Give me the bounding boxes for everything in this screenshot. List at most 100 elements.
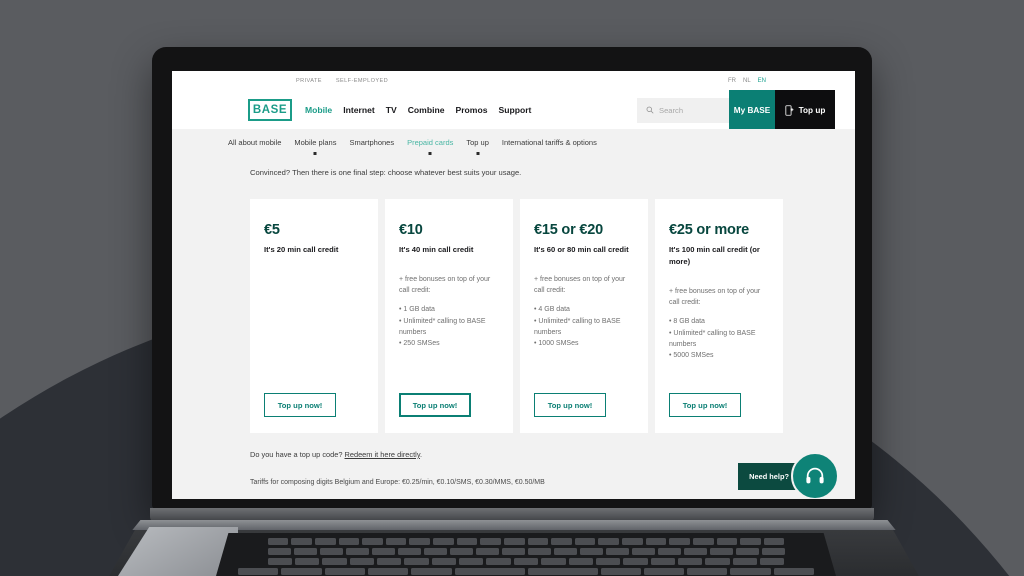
keyboard-key (513, 558, 539, 565)
nav-item-tv[interactable]: TV (386, 105, 397, 115)
lang-nl[interactable]: NL (743, 78, 751, 84)
card-bonus-intro: + free bonuses on top of your call credi… (534, 275, 626, 295)
keyboard-key (449, 548, 473, 555)
redeem-link[interactable]: Redeem it here directly (345, 450, 420, 459)
top-up-now-button[interactable]: Top up now! (534, 393, 606, 417)
card-bonus-intro: + free bonuses on top of your call credi… (669, 287, 761, 306)
search-box[interactable]: Search (637, 97, 729, 123)
top-up-now-button[interactable]: Top up now! (669, 393, 741, 417)
keyboard-key (433, 538, 454, 545)
keyboard-key (645, 538, 667, 545)
main-content: Convinced? Then there is one final step:… (172, 156, 855, 499)
keyboard-key (730, 568, 771, 575)
keyboard-key (669, 538, 690, 545)
keyboard-key (692, 538, 714, 545)
nav-item-promos[interactable]: Promos (455, 105, 487, 115)
keyboard-key (650, 558, 675, 565)
subnav-item-international-tariffs[interactable]: International tariffs & options (502, 138, 597, 147)
keyboard-key (319, 548, 343, 555)
keyboard-key (338, 538, 360, 545)
card-bonus-list: 8 GB data Unlimited* calling to BASE num… (669, 316, 769, 361)
keyboard-key (551, 538, 572, 545)
laptop-hinge (150, 508, 874, 522)
keyboard-key (541, 558, 566, 565)
keyboard-key (377, 558, 402, 565)
card-bonus-item: 1000 SMSes (534, 338, 634, 349)
card-price: €10 (399, 222, 423, 238)
keyboard-row (216, 538, 836, 545)
subnav-item-top-up[interactable]: Top up (466, 138, 489, 147)
search-placeholder-text: Search (659, 105, 684, 115)
card-price: €25 or more (669, 222, 750, 238)
subnav-item-smartphones[interactable]: Smartphones (349, 138, 394, 147)
search-icon (646, 106, 654, 114)
keyboard-key (267, 558, 292, 565)
keyboard-key (322, 558, 347, 565)
keyboard-key (657, 548, 681, 555)
keyboard-key (459, 558, 484, 565)
keyboard-key (371, 548, 395, 555)
keyboard-key (568, 558, 593, 565)
keyboard-key (431, 558, 457, 565)
keyboard-key (324, 568, 365, 575)
laptop-device: PRIVATE SELF-EMPLOYED FR NL EN BASE Mobi… (0, 0, 1024, 576)
segment-private[interactable]: PRIVATE (296, 78, 322, 84)
keyboard-key (631, 548, 655, 555)
keyboard-key (643, 568, 685, 575)
keyboard-key (527, 538, 549, 545)
primary-nav-links: Mobile Internet TV Combine Promos Suppor… (305, 105, 531, 115)
webpage: PRIVATE SELF-EMPLOYED FR NL EN BASE Mobi… (172, 71, 855, 499)
subnav-item-prepaid-cards[interactable]: Prepaid cards (407, 138, 453, 147)
card-bonus-list: 1 GB data Unlimited* calling to BASE num… (399, 304, 499, 349)
keyboard-key (345, 548, 369, 555)
keyboard-key (362, 538, 383, 545)
nav-item-combine[interactable]: Combine (408, 105, 445, 115)
keyboard-row (216, 568, 836, 575)
keyboard-key (423, 548, 447, 555)
lang-fr[interactable]: FR (728, 78, 736, 84)
keyboard-key (574, 538, 596, 545)
pricing-card[interactable]: €10 It's 40 min call credit + free bonus… (385, 199, 513, 433)
keyboard-key (281, 568, 322, 575)
top-up-now-button[interactable]: Top up now! (264, 393, 336, 417)
keyboard-key (293, 548, 317, 555)
keyboard-key (705, 558, 730, 565)
chat-widget[interactable]: Need help? (738, 452, 839, 499)
subnav-item-all-about-mobile[interactable]: All about mobile (228, 138, 281, 147)
card-price: €5 (264, 222, 280, 238)
card-bonus-list: 4 GB data Unlimited* calling to BASE num… (534, 304, 634, 349)
chat-widget-bubble[interactable] (791, 452, 839, 499)
subnav-item-mobile-plans[interactable]: Mobile plans (294, 138, 336, 147)
my-base-button[interactable]: My BASE (729, 90, 775, 130)
utility-bar: PRIVATE SELF-EMPLOYED FR NL EN (172, 71, 855, 91)
keyboard-key (740, 538, 761, 545)
segment-self-employed[interactable]: SELF-EMPLOYED (336, 78, 388, 84)
keyboard-key (716, 538, 738, 545)
top-up-button[interactable]: Top up (775, 90, 835, 130)
keyboard-key (553, 548, 577, 555)
nav-item-mobile[interactable]: Mobile (305, 105, 332, 115)
language-switcher: FR NL EN (728, 78, 841, 84)
pricing-card[interactable]: €15 or €20 It's 60 or 80 min call credit… (520, 199, 648, 433)
card-bonus-intro: + free bonuses on top of your call credi… (399, 275, 491, 295)
intro-text: Convinced? Then there is one final step:… (250, 168, 522, 177)
base-logo[interactable]: BASE (248, 99, 292, 121)
keyboard-key (397, 548, 421, 555)
keyboard-key (349, 558, 375, 565)
keyboard-key (267, 548, 291, 555)
redeem-question: Do you have a top up code? (250, 450, 343, 459)
phone-plus-icon (785, 104, 794, 116)
card-subtitle: It's 100 min call credit (or more) (669, 245, 760, 266)
pricing-card[interactable]: €5 It's 20 min call credit Top up now! (250, 199, 378, 433)
card-bonus-item: Unlimited* calling to BASE numbers (669, 328, 769, 351)
redeem-suffix: . (419, 450, 423, 459)
keyboard-key (687, 568, 728, 575)
top-up-now-button[interactable]: Top up now! (399, 393, 471, 417)
card-bonus-item: Unlimited* calling to BASE numbers (399, 316, 499, 339)
keyboard-key (622, 538, 643, 545)
nav-item-support[interactable]: Support (498, 105, 531, 115)
nav-item-internet[interactable]: Internet (343, 105, 375, 115)
lang-en[interactable]: EN (758, 78, 766, 84)
card-subtitle: It's 20 min call credit (264, 245, 339, 254)
pricing-card[interactable]: €25 or more It's 100 min call credit (or… (655, 199, 783, 433)
